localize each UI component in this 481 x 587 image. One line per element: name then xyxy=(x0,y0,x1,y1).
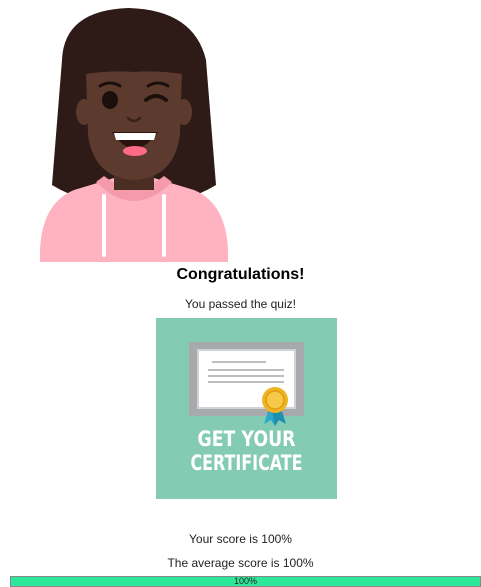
average-score-text: The average score is 100% xyxy=(167,556,314,570)
score-progress-bar: 100% xyxy=(10,576,481,587)
congratulations-heading: Congratulations! xyxy=(176,266,305,283)
winking-girl-avatar-icon xyxy=(39,8,229,262)
certificate-banner-image: GET YOUR CERTIFICATE xyxy=(156,318,337,499)
quiz-passed-message: You passed the quiz! xyxy=(185,297,296,311)
certificate-line-2: CERTIFICATE xyxy=(191,451,303,475)
certificate-line-1: GET YOUR xyxy=(198,427,296,451)
your-score-text: Your score is 100% xyxy=(189,532,292,546)
quiz-result-page: Congratulations! You passed the quiz! GE… xyxy=(0,0,481,587)
score-progress-label: 100% xyxy=(233,576,258,586)
get-certificate-link[interactable]: GET YOUR CERTIFICATE xyxy=(156,318,337,499)
